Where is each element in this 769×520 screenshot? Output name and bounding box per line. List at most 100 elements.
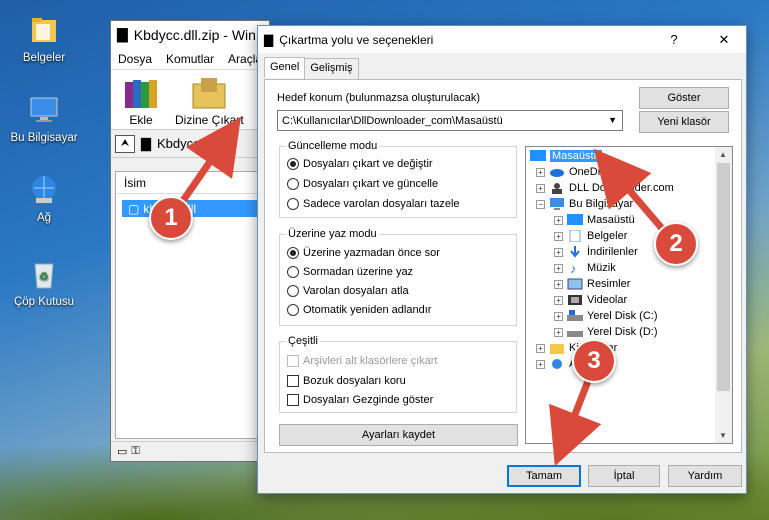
update-option-replace[interactable]: Dosyaları çıkart ve değiştir	[287, 158, 433, 170]
option-label: Sormadan üzerine yaz	[303, 266, 414, 278]
extract-folder-icon	[189, 76, 229, 110]
collapse-icon[interactable]: −	[536, 199, 545, 209]
overwrite-option-skip[interactable]: Varolan dosyaları atla	[287, 285, 409, 297]
tree-item-music[interactable]: + ♪ Müzik	[554, 262, 616, 274]
expand-icon[interactable]: +	[554, 215, 563, 225]
tree-item-pictures[interactable]: + Resimler	[554, 278, 630, 290]
tree-label: Resimler	[587, 278, 631, 290]
expand-icon[interactable]: +	[554, 295, 563, 305]
tree-item-downloads[interactable]: + İndirilenler	[554, 246, 638, 258]
tree-item-desktop-root[interactable]: Masaüstü	[530, 150, 602, 162]
key-icon: ⚿	[131, 445, 140, 457]
overwrite-option-without-asking[interactable]: Sormadan üzerine yaz	[287, 266, 413, 278]
update-option-update[interactable]: Dosyaları çıkart ve güncelle	[287, 178, 438, 190]
dialog-tabs: Genel Gelişmiş	[264, 57, 359, 79]
tab-advanced[interactable]: Gelişmiş	[304, 58, 359, 79]
expand-icon[interactable]: +	[554, 311, 563, 321]
tree-item-onedrive[interactable]: + OneDrive	[536, 166, 615, 178]
svg-text:♻: ♻	[39, 271, 49, 283]
expand-icon[interactable]: +	[554, 263, 563, 273]
tree-item-videos[interactable]: + Videolar	[554, 294, 627, 306]
tree-item-documents[interactable]: + Belgeler	[554, 230, 627, 242]
cancel-button[interactable]: İptal	[588, 465, 660, 487]
radio-button[interactable]	[287, 285, 299, 297]
tree-item-disk-d[interactable]: + Yerel Disk (D:)	[554, 326, 658, 338]
misc-option-show-in-explorer[interactable]: Dosyaları Gezginde göster	[287, 394, 433, 406]
option-label: Dosyaları çıkart ve değiştir	[303, 158, 433, 170]
radio-button[interactable]	[287, 198, 299, 210]
tree-label: Belgeler	[587, 230, 628, 242]
computer-icon	[550, 198, 564, 210]
scroll-thumb[interactable]	[717, 163, 730, 391]
tree-label: İndirilenler	[587, 246, 638, 258]
option-label: Dosyaları Gezginde göster	[303, 394, 434, 406]
show-button[interactable]: Göster	[639, 87, 729, 109]
tree-label: Masaüstü	[587, 214, 635, 226]
misc-option-keep-broken[interactable]: Bozuk dosyaları koru	[287, 375, 406, 387]
expand-icon[interactable]: +	[554, 231, 563, 241]
radio-button[interactable]	[287, 266, 299, 278]
pictures-icon	[567, 278, 583, 290]
add-button[interactable]: Ekle	[121, 76, 161, 127]
radio-button[interactable]	[287, 178, 299, 190]
file-row[interactable]: ▢ kbdycc.dll	[122, 200, 268, 217]
expand-icon[interactable]: +	[554, 279, 563, 289]
folder-icon	[26, 12, 62, 48]
ok-button[interactable]: Tamam	[507, 465, 581, 487]
desktop-icon	[530, 150, 546, 161]
tree-scrollbar[interactable]: ▲ ▼	[715, 147, 732, 443]
expand-icon[interactable]: +	[536, 183, 545, 193]
update-option-freshen[interactable]: Sadece varolan dosyaları tazele	[287, 198, 460, 210]
expand-icon[interactable]: +	[554, 247, 563, 257]
tree-label: OneDrive	[569, 166, 616, 178]
overwrite-option-ask[interactable]: Üzerine yazmadan önce sor	[287, 247, 440, 259]
desktop-icon-this-pc[interactable]: Bu Bilgisayar	[4, 92, 84, 144]
chevron-down-icon[interactable]: ▼	[608, 115, 617, 125]
extract-to-button[interactable]: Dizine Çıkart	[175, 76, 244, 127]
menu-file[interactable]: Dosya	[118, 52, 152, 66]
tree-item-this-pc[interactable]: − Bu Bilgisayar	[536, 198, 633, 210]
tree-item-disk-c[interactable]: + Yerel Disk (C:)	[554, 310, 658, 322]
checkbox[interactable]	[287, 375, 299, 387]
tab-general[interactable]: Genel	[264, 57, 306, 78]
tree-item-dlldownloader[interactable]: + DLL Downloader.com	[536, 182, 674, 194]
overwrite-option-rename[interactable]: Otomatik yeniden adlandır	[287, 304, 431, 316]
desktop-icon-network[interactable]: Ağ	[4, 172, 84, 224]
desktop-icon-recycle-bin[interactable]: ♻ Çöp Kutusu	[4, 256, 84, 308]
tree-label: Yerel Disk (C:)	[587, 310, 658, 322]
scroll-down-icon[interactable]: ▼	[719, 431, 727, 440]
tree-item-pc-desktop[interactable]: + Masaüstü	[554, 214, 635, 226]
option-label: Üzerine yazmadan önce sor	[303, 247, 440, 259]
misc-option-subfolders: Arşivleri alt klasörlere çıkart	[287, 355, 437, 367]
expand-icon[interactable]: +	[536, 343, 545, 353]
dest-path-combo[interactable]: C:\Kullanıcılar\DllDownloader_com\Masaüs…	[277, 110, 623, 131]
help-button[interactable]: Yardım	[668, 465, 742, 487]
expand-icon[interactable]: +	[536, 359, 545, 369]
computer-icon	[26, 92, 62, 128]
option-label: Sadece varolan dosyaları tazele	[303, 198, 460, 210]
address-text: Kbdycc.dll.	[157, 136, 220, 151]
checkbox[interactable]	[287, 394, 299, 406]
close-button[interactable]: ✕	[702, 32, 746, 48]
file-icon: ▢	[128, 201, 140, 216]
archive-icon: ▇	[141, 135, 151, 151]
user-icon	[552, 183, 562, 194]
help-title-button[interactable]: ?	[652, 32, 696, 47]
desktop-icon-documents[interactable]: Belgeler	[4, 12, 84, 64]
save-settings-button[interactable]: Ayarları kaydet	[279, 424, 518, 446]
documents-icon	[569, 230, 581, 242]
dest-path-value: C:\Kullanıcılar\DllDownloader_com\Masaüs…	[282, 114, 503, 127]
up-folder-button[interactable]: ⮝	[115, 134, 135, 153]
expand-icon[interactable]: +	[554, 327, 563, 337]
network-icon	[552, 359, 562, 369]
misc-group: Çeşitli Arşivleri alt klasörlere çıkart …	[279, 335, 517, 413]
expand-icon[interactable]: +	[536, 167, 545, 177]
radio-button[interactable]	[287, 247, 299, 259]
menu-commands[interactable]: Komutlar	[166, 52, 214, 66]
column-header-name[interactable]: İsim	[116, 172, 268, 194]
scroll-up-icon[interactable]: ▲	[719, 150, 727, 159]
new-folder-button[interactable]: Yeni klasör	[639, 111, 729, 133]
radio-button[interactable]	[287, 304, 299, 316]
winrar-statusbar: ▭ ⚿	[111, 441, 269, 461]
radio-button[interactable]	[287, 158, 299, 170]
